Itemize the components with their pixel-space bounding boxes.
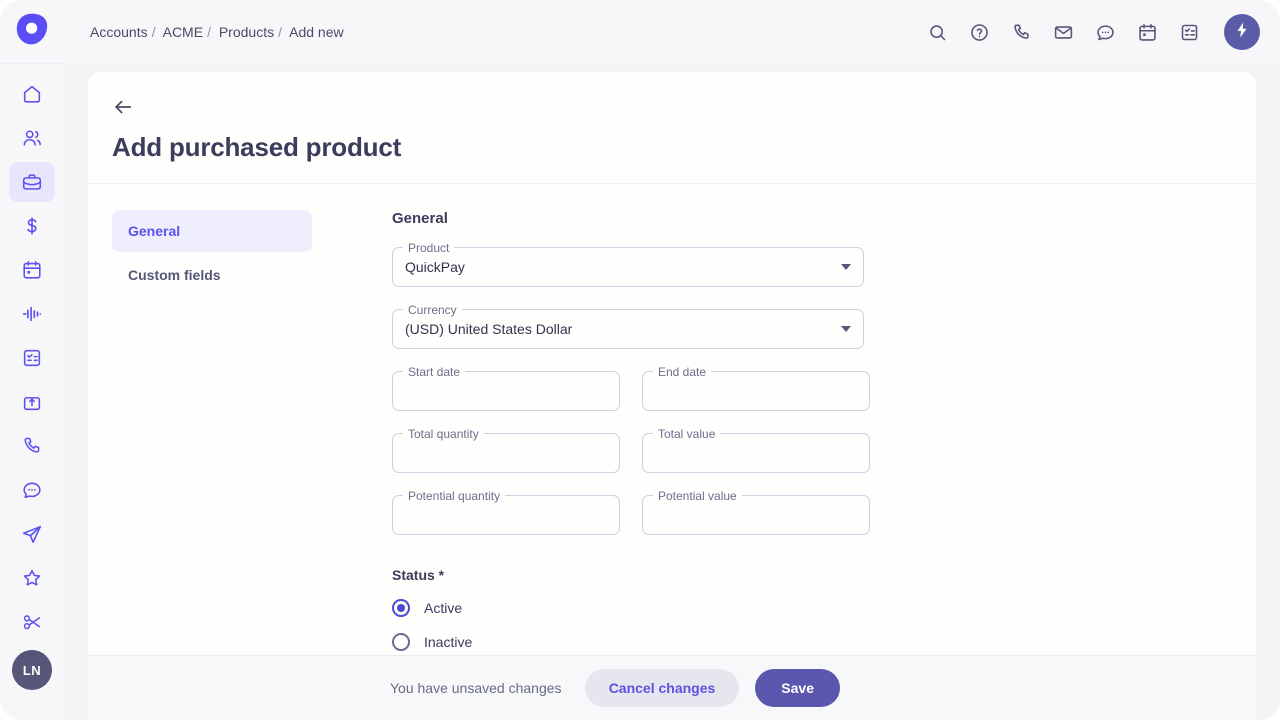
status-option-inactive[interactable]: Inactive — [392, 633, 1232, 651]
potential-value-label: Potential value — [653, 488, 742, 504]
briefcase-icon — [21, 171, 43, 193]
chat-icon[interactable] — [1094, 21, 1116, 43]
calendar-icon[interactable] — [1136, 21, 1158, 43]
avatar-initials: LN — [22, 662, 42, 678]
end-date-input[interactable]: End date — [642, 364, 870, 411]
dollar-icon — [21, 215, 43, 237]
end-date-label: End date — [653, 364, 712, 380]
potential-quantity-label: Potential quantity — [403, 488, 506, 504]
blob-logo-icon — [15, 12, 49, 51]
card-header: Add purchased product — [88, 72, 1256, 184]
tasks-icon[interactable] — [1178, 21, 1200, 43]
save-button[interactable]: Save — [755, 669, 840, 707]
sidebar-item-imports[interactable] — [9, 382, 55, 422]
currency-value: (USD) United States Dollar — [405, 321, 573, 337]
chat-icon — [21, 479, 43, 501]
scissors-icon — [21, 611, 43, 633]
potential-quantity-input[interactable]: Potential quantity — [392, 488, 620, 535]
sidebar-item-tasks[interactable] — [9, 338, 55, 378]
top-bar: Accounts / ACME / Products / Add new — [64, 0, 1280, 64]
sidebar-item-deals[interactable] — [9, 162, 55, 202]
content-card: Add purchased product General Custom fie… — [88, 72, 1256, 720]
total-value-input[interactable]: Total value — [642, 426, 870, 473]
status-option-active[interactable]: Active — [392, 599, 1232, 617]
arrow-left-icon[interactable] — [112, 96, 134, 118]
sidebar-item-activity[interactable] — [9, 294, 55, 334]
currency-label: Currency — [403, 302, 462, 318]
product-form: General Product QuickPay Currency (USD) … — [392, 210, 1232, 711]
sidebar-item-sales[interactable] — [9, 206, 55, 246]
send-icon — [21, 523, 43, 545]
status-label: Status * — [392, 567, 445, 583]
mail-icon[interactable] — [1052, 21, 1074, 43]
tab-custom-fields[interactable]: Custom fields — [112, 254, 312, 296]
pulse-icon — [21, 303, 43, 325]
breadcrumb-item-products[interactable]: Products — [219, 24, 274, 40]
calendar-icon — [21, 259, 43, 281]
phone-icon — [21, 435, 43, 457]
currency-select[interactable]: Currency (USD) United States Dollar — [392, 302, 864, 349]
breadcrumb-item-add-new: Add new — [289, 24, 344, 40]
sidebar-item-tools[interactable] — [9, 602, 55, 642]
app-window: LN Accounts/ ACME/ Products/ Add new — [0, 0, 1280, 720]
cancel-changes-button[interactable]: Cancel changes — [584, 669, 740, 707]
breadcrumb-separator: / — [278, 24, 282, 40]
phone-icon[interactable] — [1010, 21, 1032, 43]
total-value-label: Total value — [653, 426, 721, 442]
lightning-icon — [1233, 21, 1251, 44]
tab-custom-fields-label: Custom fields — [128, 267, 221, 283]
tab-list: General Custom fields — [112, 210, 312, 711]
status-option-active-label: Active — [424, 600, 463, 616]
sidebar-item-home[interactable] — [9, 74, 55, 114]
star-icon — [21, 567, 43, 589]
tab-general-label: General — [128, 223, 181, 239]
product-select[interactable]: Product QuickPay — [392, 240, 864, 287]
sidebar-item-calls[interactable] — [9, 426, 55, 466]
sidebar-nav — [9, 74, 55, 646]
sidebar-item-calendar[interactable] — [9, 250, 55, 290]
total-quantity-label: Total quantity — [403, 426, 484, 442]
footer-actions: Cancel changes Save — [584, 669, 840, 707]
status-option-inactive-label: Inactive — [424, 634, 473, 650]
sidebar-item-contacts[interactable] — [9, 118, 55, 158]
breadcrumb-separator: / — [151, 24, 156, 40]
user-avatar[interactable]: LN — [12, 650, 52, 690]
product-label: Product — [403, 240, 455, 256]
page-title: Add purchased product — [112, 132, 402, 162]
chevron-down-icon — [841, 326, 851, 332]
help-icon[interactable] — [968, 21, 990, 43]
product-value: QuickPay — [405, 259, 465, 275]
checklist-icon — [21, 347, 43, 369]
total-quantity-input[interactable]: Total quantity — [392, 426, 620, 473]
home-icon — [21, 83, 43, 105]
section-title: General — [392, 210, 448, 227]
upload-box-icon — [21, 391, 43, 413]
radio-active[interactable] — [392, 599, 410, 617]
breadcrumb-separator: / — [207, 24, 211, 40]
bolt-button[interactable] — [1224, 14, 1260, 50]
search-icon[interactable] — [926, 21, 948, 43]
start-date-label: Start date — [403, 364, 466, 380]
users-icon — [21, 127, 43, 149]
breadcrumb-item-acme[interactable]: ACME — [163, 24, 203, 40]
start-date-input[interactable]: Start date — [392, 364, 620, 411]
tab-general[interactable]: General — [112, 210, 312, 252]
sidebar-item-favorites[interactable] — [9, 558, 55, 598]
breadcrumb-item-accounts[interactable]: Accounts — [90, 24, 148, 40]
breadcrumb: Accounts / ACME / Products / Add new — [90, 24, 344, 40]
sidebar-item-campaigns[interactable] — [9, 514, 55, 554]
unsaved-changes-message: You have unsaved changes — [390, 680, 562, 696]
radio-inactive[interactable] — [392, 633, 410, 651]
chevron-down-icon — [841, 264, 851, 270]
form-footer: You have unsaved changes Cancel changes … — [88, 655, 1256, 720]
left-sidebar: LN — [0, 0, 64, 720]
card-body: General Custom fields General Product Qu… — [88, 184, 1256, 711]
potential-value-input[interactable]: Potential value — [642, 488, 870, 535]
app-logo[interactable] — [0, 0, 64, 64]
top-bar-actions — [926, 14, 1260, 50]
sidebar-item-messages[interactable] — [9, 470, 55, 510]
